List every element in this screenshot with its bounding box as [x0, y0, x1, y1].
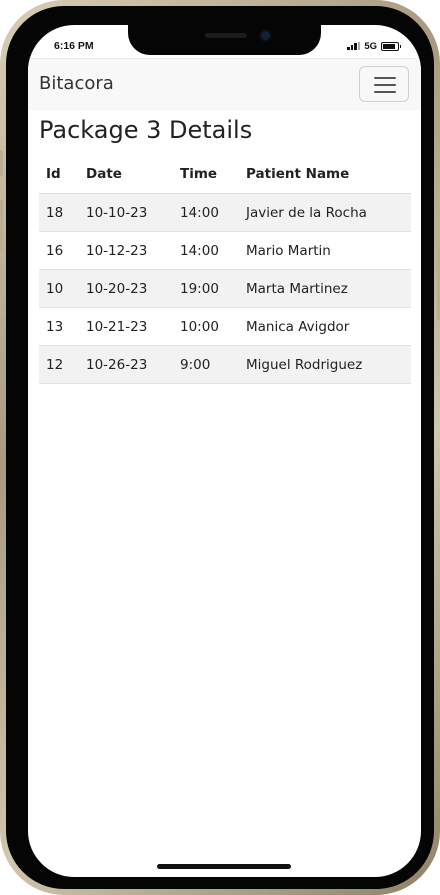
volume-down-button	[0, 264, 3, 316]
status-time: 6:16 PM	[54, 40, 94, 52]
cell-time: 14:00	[173, 231, 239, 270]
table-row: 16 10-12-23 14:00 Mario Martin	[39, 231, 411, 270]
hamburger-menu-icon	[374, 91, 396, 93]
cell-time: 9:00	[173, 345, 239, 384]
speaker-grille	[205, 33, 247, 38]
column-header-time: Time	[173, 155, 239, 194]
cell-id: 10	[39, 269, 79, 308]
hamburger-menu-icon	[374, 77, 396, 79]
page-title: Package 3 Details	[39, 116, 253, 144]
column-header-date: Date	[79, 155, 173, 194]
phone-frame: 6:16 PM 5G Bitacora Package 3 Details Id…	[0, 0, 440, 895]
battery-icon	[381, 41, 401, 51]
cell-date: 10-26-23	[79, 345, 173, 384]
table-body: 18 10-10-23 14:00 Javier de la Rocha 16 …	[39, 193, 411, 384]
appointments-table: Id Date Time Patient Name 18 10-10-23 14…	[39, 155, 411, 384]
table-row: 12 10-26-23 9:00 Miguel Rodriguez	[39, 345, 411, 384]
volume-up-button	[0, 200, 3, 252]
cell-id: 16	[39, 231, 79, 270]
navbar-brand[interactable]: Bitacora	[39, 73, 114, 94]
cell-date: 10-12-23	[79, 231, 173, 270]
notch	[128, 25, 321, 55]
table-row: 18 10-10-23 14:00 Javier de la Rocha	[39, 193, 411, 232]
cell-id: 18	[39, 193, 79, 232]
table-header-row: Id Date Time Patient Name	[39, 155, 411, 194]
cell-id: 13	[39, 307, 79, 346]
table-row: 13 10-21-23 10:00 Manica Avigdor	[39, 307, 411, 346]
signal-bars-icon	[347, 42, 361, 50]
cell-id: 12	[39, 345, 79, 384]
navbar: Bitacora	[28, 58, 421, 110]
navbar-toggler-button[interactable]	[359, 66, 409, 102]
cell-patient-name: Mario Martin	[239, 231, 411, 270]
screen: 6:16 PM 5G Bitacora Package 3 Details Id…	[28, 25, 421, 877]
cell-date: 10-21-23	[79, 307, 173, 346]
cell-patient-name: Manica Avigdor	[239, 307, 411, 346]
column-header-patient-name: Patient Name	[239, 155, 411, 194]
battery-cap	[399, 44, 401, 48]
cell-time: 10:00	[173, 307, 239, 346]
front-camera-icon	[261, 31, 270, 40]
column-header-id: Id	[39, 155, 79, 194]
cell-patient-name: Marta Martinez	[239, 269, 411, 308]
table-row: 10 10-20-23 19:00 Marta Martinez	[39, 269, 411, 308]
cell-date: 10-10-23	[79, 193, 173, 232]
battery-level	[383, 43, 395, 49]
silent-switch	[0, 150, 3, 176]
cell-patient-name: Javier de la Rocha	[239, 193, 411, 232]
home-indicator[interactable]	[157, 864, 291, 869]
cell-date: 10-20-23	[79, 269, 173, 308]
status-indicators: 5G	[347, 40, 401, 52]
hamburger-menu-icon	[374, 84, 396, 86]
cell-time: 14:00	[173, 193, 239, 232]
phone-bezel: 6:16 PM 5G Bitacora Package 3 Details Id…	[6, 6, 434, 889]
cell-time: 19:00	[173, 269, 239, 308]
network-type: 5G	[364, 40, 377, 52]
cell-patient-name: Miguel Rodriguez	[239, 345, 411, 384]
